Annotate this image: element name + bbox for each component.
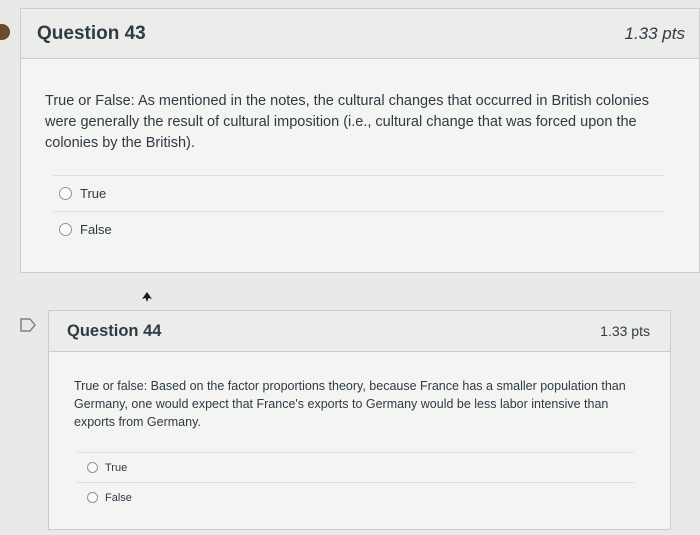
- question-points: 1.33 pts: [600, 323, 650, 339]
- question-text: True or false: Based on the factor propo…: [74, 379, 626, 430]
- answer-label: True: [105, 461, 128, 474]
- answer-list: True False: [53, 175, 663, 247]
- answer-option-false[interactable]: False: [77, 482, 634, 512]
- radio-button[interactable]: [87, 492, 98, 503]
- question-text: True or False: As mentioned in the notes…: [45, 93, 649, 152]
- answer-option-true[interactable]: True: [53, 175, 663, 211]
- answer-label: False: [105, 491, 132, 504]
- question-header: Question 43 1.33 pts: [21, 9, 699, 59]
- question-title: Question 44: [67, 321, 162, 340]
- answer-list: True False: [77, 452, 634, 512]
- bookmark-icon[interactable]: [20, 318, 36, 332]
- answer-label: True: [80, 186, 107, 201]
- question-43: Question 43 1.33 pts True or False: As m…: [20, 8, 700, 273]
- question-title: Question 43: [37, 22, 146, 44]
- mouse-cursor-icon: [142, 292, 152, 302]
- answer-label: False: [80, 222, 112, 237]
- answer-option-true[interactable]: True: [77, 452, 634, 482]
- answer-option-false[interactable]: False: [53, 211, 663, 247]
- radio-button[interactable]: [59, 187, 72, 200]
- flag-marker-icon[interactable]: [0, 24, 10, 40]
- radio-button[interactable]: [59, 223, 72, 236]
- radio-button[interactable]: [87, 462, 98, 473]
- question-points: 1.33 pts: [624, 23, 686, 43]
- question-44: Question 44 1.33 pts True or false: Base…: [48, 310, 671, 530]
- question-header: Question 44 1.33 pts: [49, 311, 670, 352]
